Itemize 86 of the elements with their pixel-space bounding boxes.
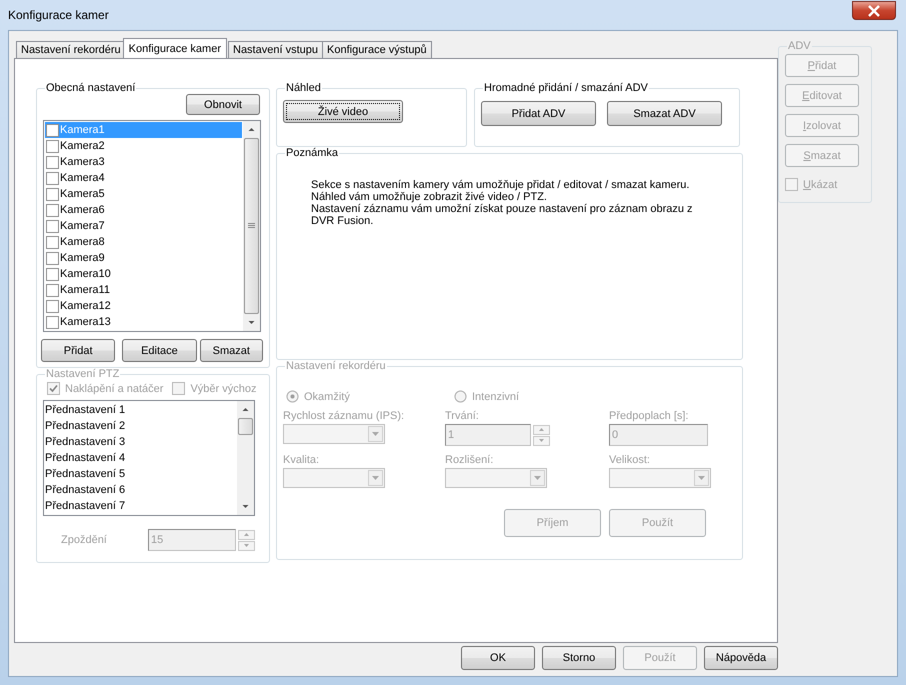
camera-item[interactable]: Kamera11 [45,282,242,298]
dropdown-arrow-icon [372,432,379,436]
camera-label: Kamera9 [60,252,105,264]
camera-label: Kamera1 [60,124,105,136]
field-label: Rychlost záznamu (IPS): [283,410,404,422]
camera-item[interactable]: Kamera10 [45,266,242,282]
camera-item[interactable]: Kamera5 [45,186,242,202]
camera-label: Kamera2 [60,140,105,152]
close-button[interactable] [852,1,896,20]
group-title: ADV [787,40,812,52]
note-text: Náhled vám umožňuje zobrazit živé video / PTZ. [311,191,548,203]
field-label: Velikost: [609,454,650,466]
live-video-button[interactable]: Živé video [283,100,403,123]
field-label: Předpoplach [s]: [609,410,688,422]
checkbox[interactable] [46,188,59,200]
close-icon [867,4,881,16]
camera-item[interactable]: Kamera13 [45,314,242,330]
camera-label: Kamera11 [60,284,110,296]
action-button[interactable]: Editace [122,339,197,362]
action-button[interactable]: Přidat ADV [481,101,596,126]
group-title: Obecná nastavení [45,82,136,94]
tab[interactable]: Konfigurace kamer [122,38,227,58]
group-title: Nastavení rekordéru [285,360,387,372]
group-title: Náhled [285,82,322,94]
tab[interactable]: Nastavení vstupu [228,41,323,58]
note-text: DVR Fusion. [311,215,374,227]
dialog-button[interactable]: Storno [542,646,616,670]
camera-item[interactable]: Kamera2 [45,138,242,154]
dropdown-arrow-icon [534,476,541,480]
checkbox[interactable] [46,236,59,248]
refresh-button[interactable]: Obnovit [186,94,260,115]
note-text: Sekce s nastavením kamery vám umožňuje přidat / editovat / smazat kameru. [311,179,690,191]
camera-item[interactable]: Kamera3 [45,154,242,170]
camera-item[interactable]: Kamera7 [45,218,242,234]
checkbox[interactable] [46,172,59,184]
checkbox[interactable] [46,124,59,136]
checkbox[interactable] [46,140,59,152]
action-button[interactable]: Přidat [41,339,116,362]
action-button[interactable]: Smazat ADV [607,101,722,126]
camera-label: Kamera3 [60,156,105,168]
dialog-button[interactable]: OK [461,646,535,670]
field-label: Rozlišení: [445,454,494,466]
action-button[interactable]: Smazat [200,339,263,362]
camera-item[interactable]: Kamera6 [45,202,242,218]
dropdown-arrow-icon [698,476,705,480]
note-text: Nastavení záznamu vám umožní získat pouze nastavení pro záznam obrazu z [311,203,694,215]
tab[interactable]: Konfigurace výstupů [322,41,432,58]
camera-label: Kamera6 [60,204,105,216]
window-title: Konfigurace kamer [8,8,109,22]
dropdown-arrow-icon [372,476,379,480]
camera-item[interactable]: Kamera9 [45,250,242,266]
field-label: Kvalita: [283,454,320,466]
field-label: Trvání: [445,410,479,422]
dialog-button[interactable]: Nápověda [704,646,778,670]
camera-label: Kamera13 [60,316,111,328]
checkbox-label: Ukázat [803,178,838,190]
camera-label: Kamera8 [60,236,105,248]
checkbox[interactable] [46,156,59,168]
scrollbar[interactable] [243,121,260,331]
checkbox-label: Naklápění a natáčer [65,382,164,394]
camera-label: Kamera4 [60,172,105,184]
scrollbar-thumb[interactable] [238,418,253,435]
checkbox[interactable] [46,316,59,328]
radio-label: Okamžitý [304,390,350,402]
scrollbar-thumb[interactable] [244,138,259,314]
tab[interactable]: Nastavení rekordéru [16,41,126,58]
camera-item[interactable]: Kamera12 [45,298,242,314]
checkbox[interactable] [46,252,59,264]
delay-label: Zpoždění [60,534,108,546]
checkbox[interactable] [46,300,59,312]
group-title: Nastavení PTZ [45,368,120,380]
checkbox[interactable] [46,268,59,280]
camera-label: Kamera12 [60,300,111,312]
camera-label: Kamera5 [60,188,105,200]
camera-item[interactable]: Kamera8 [45,234,242,250]
checkbox-label: Výběr výchoz [190,382,256,394]
group-title: Poznámka [285,147,339,159]
group-title: Hromadné přidání / smazání ADV [483,82,649,94]
grip-icon [248,223,255,229]
checkbox[interactable] [46,204,59,216]
checkbox[interactable] [46,220,59,232]
camera-item[interactable]: Kamera4 [45,170,242,186]
radio-label: Intenzivní [472,390,520,402]
camera-label: Kamera10 [60,268,111,280]
checkbox[interactable] [46,284,59,296]
camera-label: Kamera7 [60,220,105,232]
